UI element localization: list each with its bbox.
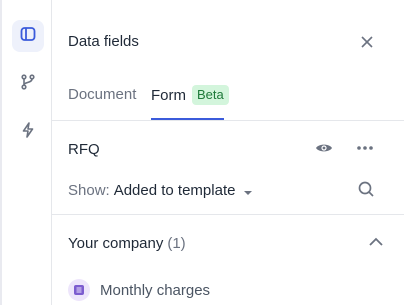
chevron-up-icon	[368, 234, 384, 252]
tab-document-label: Document	[68, 86, 137, 103]
panel-title: Data fields	[68, 33, 139, 50]
search-button[interactable]	[355, 180, 377, 202]
preview-button[interactable]	[313, 139, 335, 161]
rail-edge	[0, 0, 2, 305]
data-fields-panel: Data fields Document Form Beta RFQ Show:…	[52, 0, 404, 305]
beta-badge: Beta	[192, 85, 229, 105]
group-count: (1)	[167, 235, 186, 252]
eye-icon	[315, 139, 333, 162]
show-filter-value: Added to template	[113, 182, 236, 199]
group-title: Your company	[68, 235, 164, 252]
rail-panel-button[interactable]	[12, 20, 44, 52]
tab-document[interactable]: Document	[68, 86, 136, 120]
more-options-button[interactable]	[354, 139, 376, 161]
rail-automation-button[interactable]	[12, 116, 44, 148]
field-item-monthly-charges[interactable]: Monthly charges	[68, 279, 210, 301]
collapse-group-button[interactable]	[365, 232, 387, 254]
side-rail	[0, 0, 52, 305]
tab-form[interactable]: Form Beta	[151, 85, 229, 120]
section-title: RFQ	[68, 141, 100, 158]
panel-icon	[19, 25, 37, 48]
tab-form-label: Form	[151, 87, 186, 104]
field-item-label: Monthly charges	[100, 281, 211, 299]
chevron-down-icon	[243, 183, 253, 200]
show-filter[interactable]: Show: Added to template	[68, 182, 253, 200]
close-button[interactable]	[358, 33, 376, 51]
lightning-icon	[19, 121, 37, 144]
more-horizontal-icon	[355, 139, 375, 162]
close-icon	[358, 36, 376, 55]
section-divider	[52, 214, 404, 215]
tab-bar: Document Form Beta	[68, 85, 404, 120]
group-header[interactable]: Your company (1)	[68, 235, 186, 252]
rail-branch-button[interactable]	[12, 68, 44, 100]
tabs-divider	[52, 120, 404, 121]
show-filter-label: Show:	[68, 182, 110, 199]
search-icon	[357, 180, 375, 203]
branch-icon	[19, 73, 37, 96]
list-icon	[68, 279, 90, 301]
